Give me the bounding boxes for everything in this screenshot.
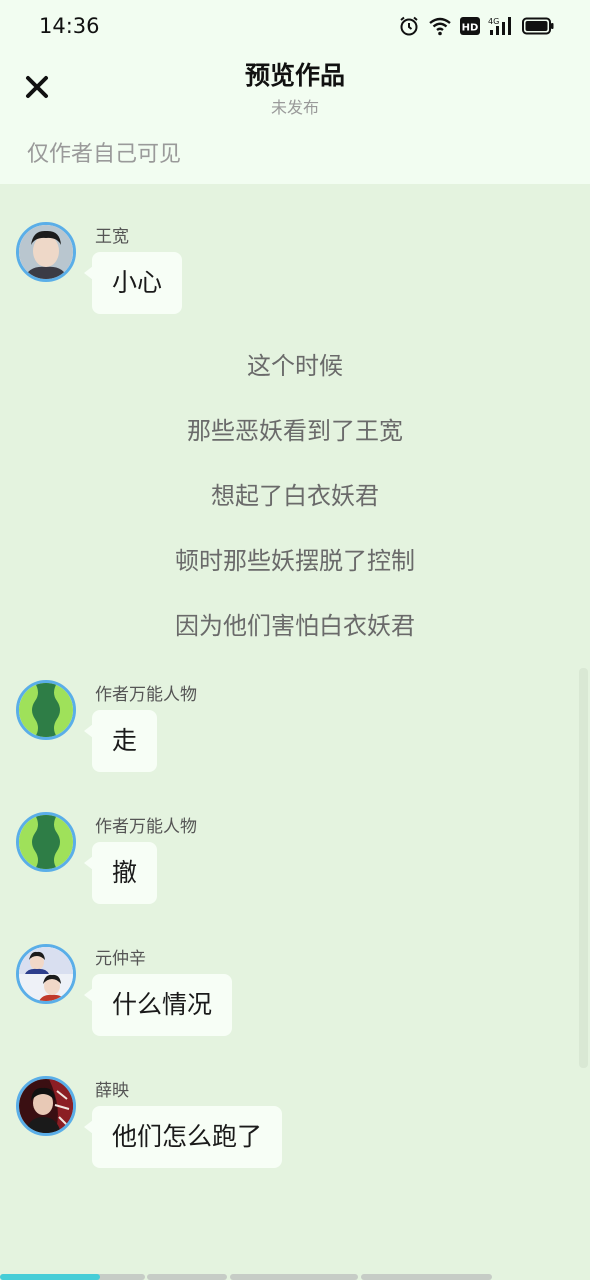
sender-name: 薛映 <box>95 1081 129 1101</box>
visibility-note: 仅作者自己可见 <box>27 142 182 167</box>
avatar-wang-kuan[interactable] <box>16 222 76 282</box>
progress-segment <box>361 1274 492 1280</box>
status-time: 14:36 <box>39 14 100 38</box>
story-progress-bar <box>0 1274 590 1280</box>
publish-status: 未发布 <box>270 98 319 117</box>
message-bubble[interactable]: 走 <box>83 710 158 772</box>
alarm-icon <box>398 15 420 37</box>
battery-icon <box>522 17 554 35</box>
progress-segment-fill <box>0 1274 101 1280</box>
avatar-generic-character[interactable] <box>16 680 76 740</box>
narration-line: 顿时那些妖摆脱了控制 <box>175 547 415 575</box>
sender-name: 作者万能人物 <box>95 817 197 837</box>
message-bubble[interactable]: 什么情况 <box>83 974 233 1036</box>
sender-name: 元仲辛 <box>95 949 146 969</box>
hd-icon: HD <box>460 16 480 36</box>
sender-name: 作者万能人物 <box>95 685 197 705</box>
narration-line: 因为他们害怕白衣妖君 <box>175 612 415 640</box>
progress-segment <box>230 1274 358 1280</box>
header-area: 14:36 HD 4G 预览作品 未发布 仅作者自己可见 <box>0 0 590 184</box>
avatar-yuan-zhongxin[interactable] <box>16 944 76 1004</box>
progress-segment <box>0 1274 145 1280</box>
network-label: 4G <box>488 17 499 26</box>
hd-label: HD <box>462 23 479 34</box>
scrollbar[interactable] <box>579 668 588 1068</box>
message-bubble[interactable]: 小心 <box>83 252 183 314</box>
progress-segment <box>147 1274 227 1280</box>
avatar-generic-character[interactable] <box>16 812 76 872</box>
message-bubble[interactable]: 撤 <box>83 842 158 904</box>
narration-line: 那些恶妖看到了王宽 <box>187 417 403 445</box>
narration-line: 想起了白衣妖君 <box>211 482 379 510</box>
signal-4g-icon: 4G <box>488 16 514 36</box>
sender-name: 王宽 <box>95 227 129 247</box>
wifi-icon <box>428 16 452 36</box>
narration-line: 这个时候 <box>247 352 343 380</box>
status-icons: HD 4G <box>398 14 554 38</box>
message-bubble[interactable]: 他们怎么跑了 <box>83 1106 283 1168</box>
page-title: 预览作品 <box>244 61 345 90</box>
avatar-xue-ying[interactable] <box>16 1076 76 1136</box>
